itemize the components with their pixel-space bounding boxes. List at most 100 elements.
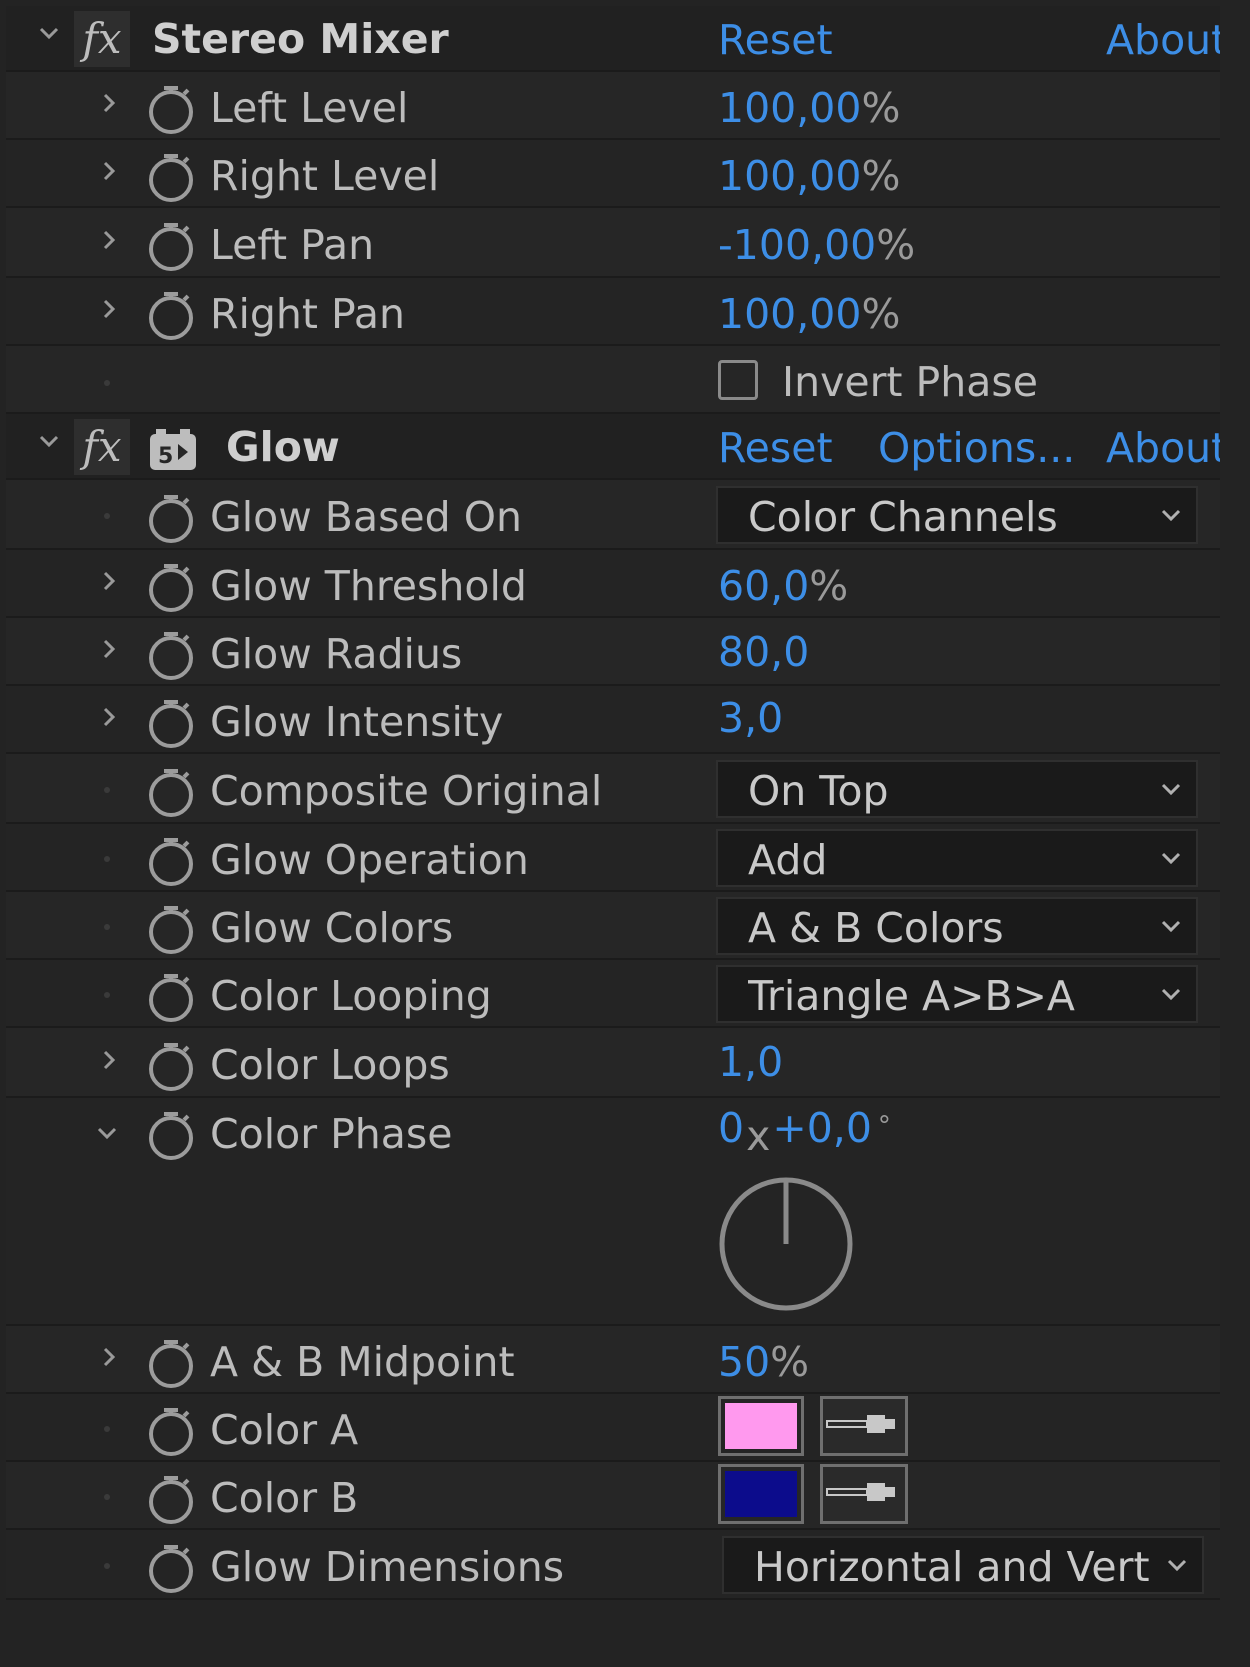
property-label: Glow Operation [210, 836, 529, 884]
stopwatch-icon[interactable] [146, 1539, 196, 1595]
about-link[interactable]: About [1106, 20, 1220, 61]
property-row: Glow Based On Color Channels [6, 480, 1220, 550]
stopwatch-icon[interactable] [146, 286, 196, 342]
glow-operation-dropdown[interactable]: Add [716, 829, 1198, 887]
chevron-down-icon [1160, 778, 1182, 800]
eyedropper-button[interactable] [820, 1464, 908, 1524]
stopwatch-icon[interactable] [146, 1037, 196, 1093]
chevron-right-icon[interactable] [94, 158, 124, 190]
chevron-right-icon[interactable] [94, 1344, 124, 1376]
property-row: Color Loops 1,0 [6, 1028, 1220, 1098]
stopwatch-icon[interactable] [146, 489, 196, 545]
dropdown-value: Add [748, 838, 828, 884]
color-phase-value[interactable]: 0x+0,0 ° [718, 1108, 891, 1157]
glow-colors-dropdown[interactable]: A & B Colors [716, 897, 1198, 955]
angle-dial[interactable] [716, 1174, 856, 1314]
property-value[interactable]: 80,0 [718, 632, 809, 673]
chevron-right-icon[interactable] [94, 1047, 124, 1079]
stopwatch-icon[interactable] [146, 1106, 196, 1162]
color-b-swatch[interactable] [718, 1464, 804, 1524]
color-looping-dropdown[interactable]: Triangle A>B>A [716, 965, 1198, 1023]
invert-phase-checkbox[interactable] [718, 360, 758, 400]
stopwatch-icon[interactable] [146, 217, 196, 273]
chevron-right-icon[interactable] [94, 296, 124, 328]
property-value[interactable]: 100,00% [718, 88, 900, 129]
chevron-right-icon[interactable] [94, 704, 124, 736]
property-row: Color Looping Triangle A>B>A [6, 960, 1220, 1028]
property-value[interactable]: 100,00% [718, 294, 900, 335]
property-label: Composite Original [210, 767, 603, 815]
reset-link[interactable]: Reset [718, 20, 833, 61]
property-label: A & B Midpoint [210, 1338, 515, 1386]
revolutions-separator: x [746, 1112, 771, 1160]
chevron-down-icon[interactable] [34, 20, 64, 52]
property-label: Glow Threshold [210, 562, 527, 610]
chevron-down-icon[interactable] [34, 428, 64, 460]
degrees-value[interactable]: +0,0 [772, 1104, 872, 1152]
stopwatch-icon[interactable] [146, 900, 196, 956]
dropdown-value: A & B Colors [748, 906, 1004, 952]
gpu-accelerated-icon: 5 [148, 428, 198, 472]
stopwatch-icon[interactable] [146, 1402, 196, 1458]
property-value[interactable]: 50% [718, 1342, 809, 1383]
property-value[interactable]: -100,00% [718, 225, 915, 266]
effect-name: Glow [226, 423, 340, 471]
color-a-swatch[interactable] [718, 1396, 804, 1456]
fx-icon[interactable]: fx [74, 11, 130, 67]
property-row: Right Level 100,00% [6, 140, 1220, 208]
property-row: Composite Original On Top [6, 754, 1220, 824]
stopwatch-icon[interactable] [146, 558, 196, 614]
effect-header-glow[interactable]: fx 5 Glow Reset Options... About [6, 414, 1220, 480]
property-label: Left Pan [210, 221, 375, 269]
stopwatch-icon[interactable] [146, 694, 196, 750]
revolutions-value[interactable]: 0 [718, 1104, 744, 1152]
dropdown-value: Horizontal and Vert [754, 1545, 1150, 1591]
property-row: Glow Colors A & B Colors [6, 892, 1220, 960]
property-label: Color Loops [210, 1041, 450, 1089]
glow-based-on-dropdown[interactable]: Color Channels [716, 486, 1198, 544]
property-label: Glow Intensity [210, 698, 504, 746]
stopwatch-icon[interactable] [146, 626, 196, 682]
property-value[interactable]: 3,0 [718, 698, 783, 739]
property-value[interactable]: 60,0% [718, 566, 848, 607]
chevron-right-icon[interactable] [94, 227, 124, 259]
stopwatch-icon[interactable] [146, 968, 196, 1024]
effect-name: Stereo Mixer [152, 15, 449, 63]
degree-sign: ° [877, 1111, 891, 1141]
bullet-dot [104, 992, 110, 998]
effect-header-stereo-mixer[interactable]: fx Stereo Mixer Reset About [6, 6, 1220, 72]
property-label: Glow Based On [210, 493, 522, 541]
stopwatch-icon[interactable] [146, 1334, 196, 1390]
property-value[interactable]: 100,00% [718, 156, 900, 197]
chevron-down-icon [1160, 847, 1182, 869]
bullet-dot [104, 787, 110, 793]
property-label: Glow Radius [210, 630, 463, 678]
chevron-right-icon[interactable] [94, 636, 124, 668]
stopwatch-icon[interactable] [146, 1470, 196, 1526]
reset-link[interactable]: Reset [718, 428, 833, 469]
property-label: Glow Dimensions [210, 1543, 565, 1591]
stopwatch-icon[interactable] [146, 832, 196, 888]
checkbox-label: Invert Phase [782, 358, 1038, 406]
eyedropper-button[interactable] [820, 1396, 908, 1456]
stopwatch-icon[interactable] [146, 763, 196, 819]
property-row: Glow Dimensions Horizontal and Vert [6, 1530, 1220, 1600]
glow-dimensions-dropdown[interactable]: Horizontal and Vert [722, 1536, 1204, 1594]
property-value[interactable]: 1,0 [718, 1042, 783, 1083]
property-row: Glow Radius 80,0 [6, 618, 1220, 686]
stopwatch-icon[interactable] [146, 80, 196, 136]
stopwatch-icon[interactable] [146, 148, 196, 204]
property-row: Color B [6, 1462, 1220, 1530]
chevron-right-icon[interactable] [94, 568, 124, 600]
fx-icon[interactable]: fx [74, 419, 130, 475]
svg-text:5: 5 [158, 444, 173, 469]
options-link[interactable]: Options... [878, 428, 1075, 469]
chevron-right-icon[interactable] [94, 90, 124, 122]
bullet-dot [104, 1426, 110, 1432]
chevron-down-icon[interactable] [92, 1120, 122, 1152]
composite-original-dropdown[interactable]: On Top [716, 760, 1198, 818]
about-link[interactable]: About [1106, 428, 1220, 469]
property-label: Right Level [210, 152, 440, 200]
property-row: A & B Midpoint 50% [6, 1326, 1220, 1394]
chevron-down-icon [1160, 915, 1182, 937]
